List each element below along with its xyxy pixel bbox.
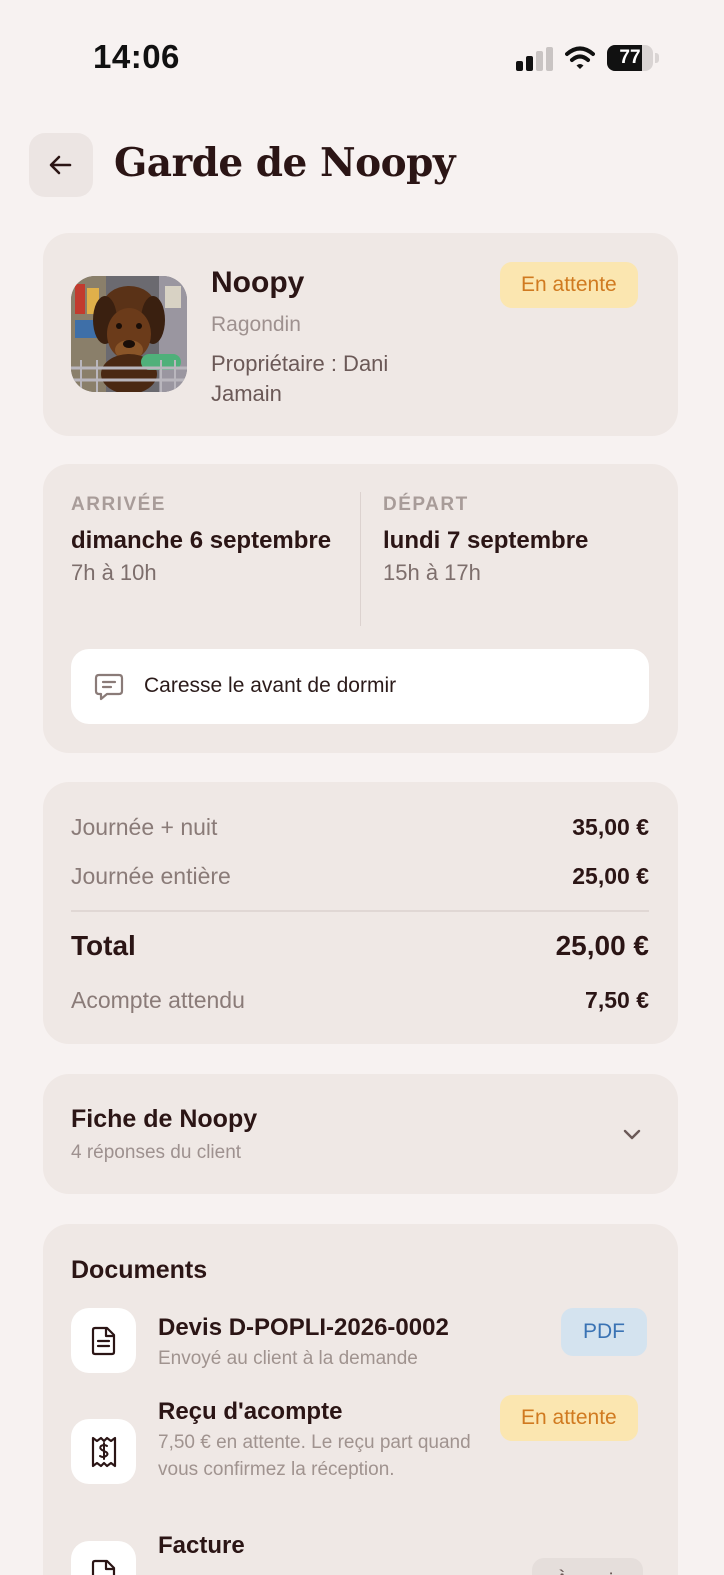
chevron-down-icon[interactable]: [621, 1123, 643, 1145]
departure-date: lundi 7 septembre: [383, 527, 589, 554]
pricing-card: Journée + nuit 35,00 € Journée entière 2…: [43, 782, 678, 1044]
pet-card[interactable]: Noopy Ragondin Propriétaire : Dani Jamai…: [43, 233, 678, 436]
document-item-icon[interactable]: [71, 1419, 136, 1484]
price-line-label: Journée + nuit: [71, 814, 218, 840]
documents-title: Documents: [71, 1256, 208, 1284]
documents-card: Documents Devis D-POPLI-2026-0002 Envoyé…: [43, 1224, 678, 1575]
document-item-icon[interactable]: [71, 1308, 136, 1373]
pet-name: Noopy: [211, 266, 305, 299]
arrival-label: ARRIVÉE: [71, 494, 166, 515]
document-name[interactable]: Reçu d'acompte: [158, 1398, 342, 1426]
status-badge: En attente: [500, 262, 638, 308]
pet-photo: [71, 276, 187, 392]
receipt-icon: [91, 1436, 116, 1467]
departure-label: DÉPART: [383, 494, 469, 515]
document-icon: [91, 1326, 115, 1355]
status-time: 14:06: [93, 38, 180, 75]
pet-breed: Ragondin: [211, 313, 301, 336]
arrival-hours: 7h à 10h: [71, 560, 157, 585]
status-badge: En attente: [500, 1395, 638, 1441]
price-line: Journée + nuit 35,00 €: [71, 814, 649, 841]
arrival-block: ARRIVÉE dimanche 6 septembre 7h à 10h: [71, 494, 341, 586]
deposit-label: Acompte attendu: [71, 987, 245, 1013]
status-badge: À venir: [532, 1558, 644, 1575]
price-line: Journée entière 25,00 €: [71, 863, 649, 890]
battery-level: 77: [619, 47, 641, 68]
total-value: 25,00 €: [555, 930, 649, 961]
pdf-button[interactable]: PDF: [561, 1308, 647, 1356]
pet-owner: Propriétaire : Dani Jamain: [211, 351, 389, 406]
price-deposit: Acompte attendu 7,50 €: [71, 987, 649, 1014]
battery-icon: 77: [607, 45, 659, 73]
price-divider: [71, 910, 649, 912]
document-item-icon[interactable]: [71, 1541, 136, 1575]
document-name[interactable]: Devis D-POPLI-2026-0002: [158, 1314, 449, 1342]
document-icon: [91, 1559, 115, 1575]
signal-icon: [516, 47, 553, 71]
departure-hours: 15h à 17h: [383, 560, 481, 585]
arrow-left-icon: [49, 155, 72, 175]
total-label: Total: [71, 930, 136, 961]
arrival-date: dimanche 6 septembre: [71, 527, 332, 554]
client-note: Caresse le avant de dormir: [71, 649, 649, 724]
price-line-label: Journée entière: [71, 863, 231, 889]
pet-sheet-card[interactable]: Fiche de Noopy 4 réponses du client: [43, 1074, 678, 1194]
price-line-value: 35,00 €: [572, 814, 649, 840]
pet-sheet-title: Fiche de Noopy: [71, 1105, 258, 1133]
date-divider: [360, 492, 361, 626]
price-total: Total 25,00 €: [71, 930, 649, 962]
price-line-value: 25,00 €: [572, 863, 649, 889]
status-bar: 14:06 77: [0, 0, 724, 110]
wifi-icon: [565, 46, 595, 69]
back-button[interactable]: [29, 133, 93, 197]
stay-dates-card: ARRIVÉE dimanche 6 septembre 7h à 10h DÉ…: [43, 464, 678, 753]
document-desc: Envoyé au client à la demande: [158, 1348, 418, 1369]
note-text: Caresse le avant de dormir: [144, 674, 397, 697]
document-name[interactable]: Facture: [158, 1532, 245, 1560]
departure-block: DÉPART lundi 7 septembre 15h à 17h: [383, 494, 663, 586]
document-desc: 7,50 € en attente. Le reçu part quand vo…: [158, 1432, 471, 1480]
message-icon: [94, 673, 124, 701]
pet-sheet-subtitle: 4 réponses du client: [71, 1142, 242, 1163]
deposit-value: 7,50 €: [585, 987, 649, 1013]
page-title: Garde de Noopy: [114, 140, 456, 186]
